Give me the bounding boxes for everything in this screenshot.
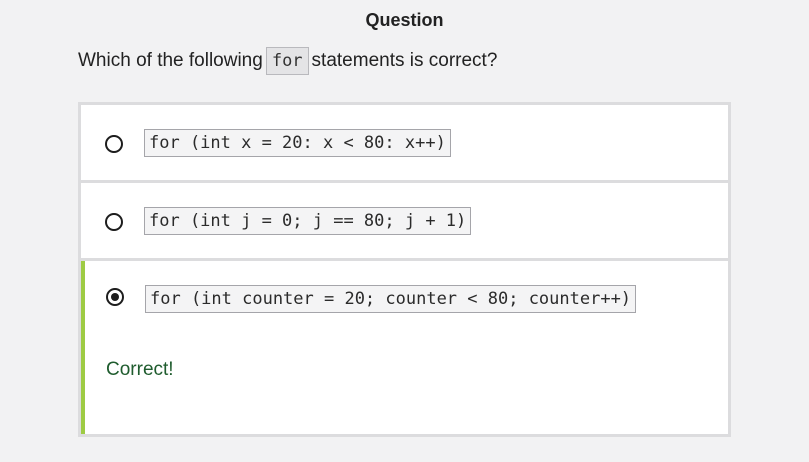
answer-option-1[interactable]: for (int x = 20: x < 80: x++)	[81, 105, 728, 180]
question-prefix: Which of the following	[78, 50, 263, 71]
radio-button-3-selected[interactable]	[106, 288, 124, 306]
question-suffix: statements is correct?	[311, 50, 498, 71]
feedback-correct: Correct!	[106, 359, 174, 380]
question-inline-code: for	[265, 47, 309, 75]
answer-code-3: for (int counter = 20; counter < 80; cou…	[145, 285, 637, 313]
answer-option-2[interactable]: for (int j = 0; j == 80; j + 1)	[81, 183, 728, 258]
answer-code-2: for (int j = 0; j == 80; j + 1)	[144, 207, 472, 235]
quiz-page: Question Which of the following for statem…	[0, 0, 809, 462]
question-prompt: Which of the following for statements is c…	[78, 47, 497, 75]
radio-selected-dot	[111, 293, 119, 301]
answer-code-1: for (int x = 20: x < 80: x++)	[144, 129, 451, 157]
answer-option-3[interactable]: for (int counter = 20; counter < 80; cou…	[81, 261, 728, 434]
radio-button-1[interactable]	[105, 135, 123, 153]
answer-options: for (int x = 20: x < 80: x++) for (int j…	[78, 102, 731, 437]
question-header: Question	[365, 10, 444, 30]
radio-button-2[interactable]	[105, 213, 123, 231]
